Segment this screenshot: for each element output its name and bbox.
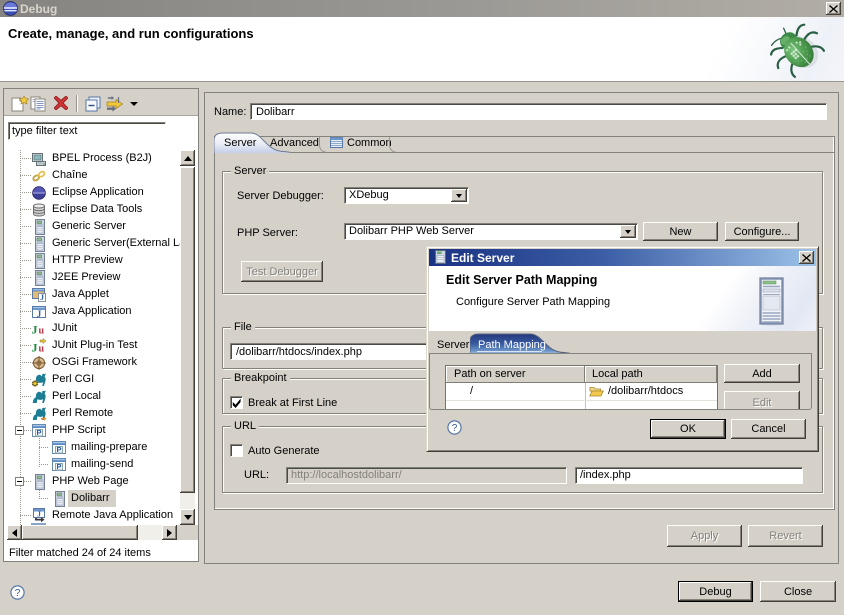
svg-text:P: P <box>36 428 41 437</box>
svg-text:?: ? <box>15 588 21 599</box>
svg-text:J: J <box>37 509 41 518</box>
svg-text:P: P <box>56 445 61 454</box>
svg-text:?: ? <box>452 423 458 434</box>
svg-text:u: u <box>39 343 45 354</box>
svg-text:J: J <box>37 309 42 319</box>
svg-text:J: J <box>32 322 38 336</box>
svg-text:u: u <box>39 325 45 336</box>
svg-text:J: J <box>32 340 38 354</box>
svg-text:P: P <box>56 462 61 471</box>
